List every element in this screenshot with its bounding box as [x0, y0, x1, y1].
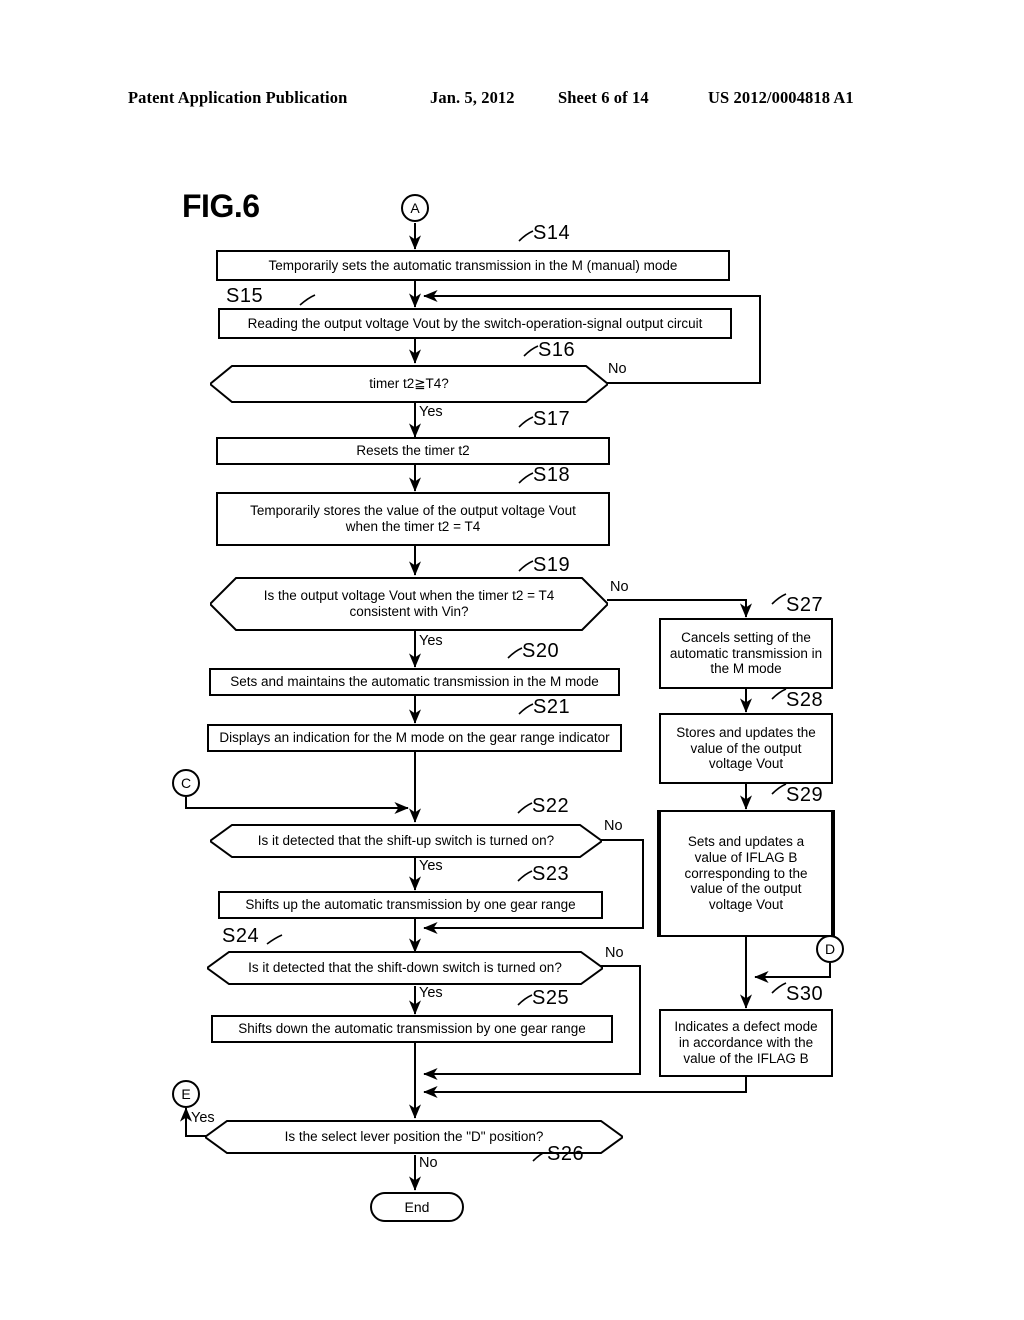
decision-s16[interactable]: timer t2≧T4?: [210, 364, 608, 404]
step-tag-s29: S29: [786, 784, 824, 806]
decision-s19-text: Is the output voltage Vout when the time…: [210, 576, 608, 632]
process-s23[interactable]: Shifts up the automatic transmission by …: [218, 891, 603, 919]
process-s21-text: Displays an indication for the M mode on…: [219, 730, 610, 746]
branch-label-s26-no: No: [419, 1155, 438, 1171]
header-sheet: Sheet 6 of 14: [558, 88, 649, 107]
step-tag-s19: S19: [533, 554, 571, 576]
step-tag-s18: S18: [533, 464, 571, 486]
process-s14-text: Temporarily sets the automatic transmiss…: [268, 257, 678, 273]
process-s28-line3: voltage Vout: [708, 756, 784, 772]
branch-label-s16-yes: Yes: [419, 404, 443, 420]
process-s20[interactable]: Sets and maintains the automatic transmi…: [209, 668, 620, 696]
process-s27-line2: automatic transmission in: [669, 645, 823, 661]
process-s28-line2: value of the output: [690, 740, 802, 756]
branch-label-s24-yes: Yes: [419, 985, 443, 1001]
process-s18[interactable]: Temporarily stores the value of the outp…: [216, 492, 610, 546]
process-s17-text: Resets the timer t2: [356, 443, 470, 459]
step-tag-s25: S25: [532, 987, 570, 1009]
figure-label: FIG.6: [182, 188, 260, 224]
process-s30-line3: value of the IFLAG B: [683, 1050, 809, 1066]
process-s15-text: Reading the output voltage Vout by the s…: [247, 315, 703, 331]
connector-e[interactable]: E: [172, 1080, 200, 1108]
terminator-end-label: End: [404, 1199, 430, 1215]
process-s30[interactable]: Indicates a defect mode in accordance wi…: [659, 1009, 833, 1077]
process-s29-line1: Sets and updates a: [687, 833, 805, 849]
step-tag-s24: S24: [222, 925, 260, 947]
step-tag-s21: S21: [533, 696, 571, 718]
process-s18-line1: Temporarily stores the value of the outp…: [250, 503, 576, 519]
decision-s19[interactable]: Is the output voltage Vout when the time…: [210, 576, 608, 632]
process-s25[interactable]: Shifts down the automatic transmission b…: [211, 1015, 613, 1043]
decision-s24[interactable]: Is it detected that the shift-down switc…: [207, 950, 603, 986]
header-date: Jan. 5, 2012: [430, 88, 515, 107]
branch-label-s22-yes: Yes: [419, 858, 443, 874]
step-tag-s26: S26: [547, 1143, 585, 1165]
connector-c[interactable]: C: [172, 769, 200, 797]
process-s20-text: Sets and maintains the automatic transmi…: [230, 674, 599, 690]
decision-s16-text: timer t2≧T4?: [369, 376, 449, 392]
connector-d[interactable]: D: [816, 935, 844, 963]
step-tag-s28: S28: [786, 689, 824, 711]
process-s29-line3: corresponding to the: [684, 865, 808, 881]
branch-label-s24-no: No: [605, 945, 624, 961]
process-s18-line2: when the timer t2 = T4: [345, 519, 481, 534]
step-tag-s22: S22: [532, 795, 570, 817]
process-s29-line5: voltage Vout: [708, 897, 784, 913]
process-s30-line1: Indicates a defect mode: [674, 1019, 818, 1035]
process-s28-line1: Stores and updates the: [676, 724, 816, 740]
decision-s22-text: Is it detected that the shift-up switch …: [257, 833, 555, 849]
page-header: Patent Application Publication Jan. 5, 2…: [0, 88, 1024, 112]
decision-s22[interactable]: Is it detected that the shift-up switch …: [210, 823, 602, 859]
header-publication: Patent Application Publication: [128, 88, 348, 107]
decision-s24-text: Is it detected that the shift-down switc…: [248, 960, 562, 976]
process-s30-line2: in accordance with the: [678, 1035, 814, 1051]
branch-label-s16-no: No: [608, 361, 627, 377]
process-s27-line1: Cancels setting of the: [681, 629, 811, 645]
header-patent-number: US 2012/0004818 A1: [708, 88, 854, 107]
process-s28[interactable]: Stores and updates the value of the outp…: [659, 713, 833, 784]
decision-s19-line2: consistent with Vin?: [349, 604, 469, 619]
process-s17[interactable]: Resets the timer t2: [216, 437, 610, 465]
patent-drawing-page: Patent Application Publication Jan. 5, 2…: [0, 0, 1024, 1320]
process-s14[interactable]: Temporarily sets the automatic transmiss…: [216, 250, 730, 281]
step-tag-s16: S16: [538, 339, 576, 361]
process-s29[interactable]: Sets and updates a value of IFLAG B corr…: [657, 810, 835, 937]
branch-label-s19-no: No: [610, 579, 629, 595]
step-tag-s30: S30: [786, 983, 824, 1005]
branch-label-s26-yes: Yes: [191, 1110, 215, 1126]
terminator-end[interactable]: End: [370, 1192, 464, 1222]
process-s27-line3: the M mode: [710, 661, 782, 677]
step-tag-s14: S14: [533, 222, 571, 244]
process-s27[interactable]: Cancels setting of the automatic transmi…: [659, 618, 833, 689]
step-tag-s23: S23: [532, 863, 570, 885]
branch-label-s22-no: No: [604, 818, 623, 834]
process-s29-line2: value of IFLAG B: [694, 849, 798, 865]
process-s15[interactable]: Reading the output voltage Vout by the s…: [218, 308, 732, 339]
process-s25-text: Shifts down the automatic transmission b…: [238, 1021, 586, 1037]
connector-a[interactable]: A: [401, 194, 429, 222]
process-s29-line4: value of the output: [690, 881, 802, 897]
process-s21[interactable]: Displays an indication for the M mode on…: [207, 724, 622, 752]
step-tag-s27: S27: [786, 594, 824, 616]
step-tag-s17: S17: [533, 408, 571, 430]
decision-s19-line1: Is the output voltage Vout when the time…: [263, 588, 555, 604]
step-tag-s15: S15: [226, 285, 264, 307]
branch-label-s19-yes: Yes: [419, 633, 443, 649]
process-s23-text: Shifts up the automatic transmission by …: [245, 897, 576, 913]
step-tag-s20: S20: [522, 640, 560, 662]
